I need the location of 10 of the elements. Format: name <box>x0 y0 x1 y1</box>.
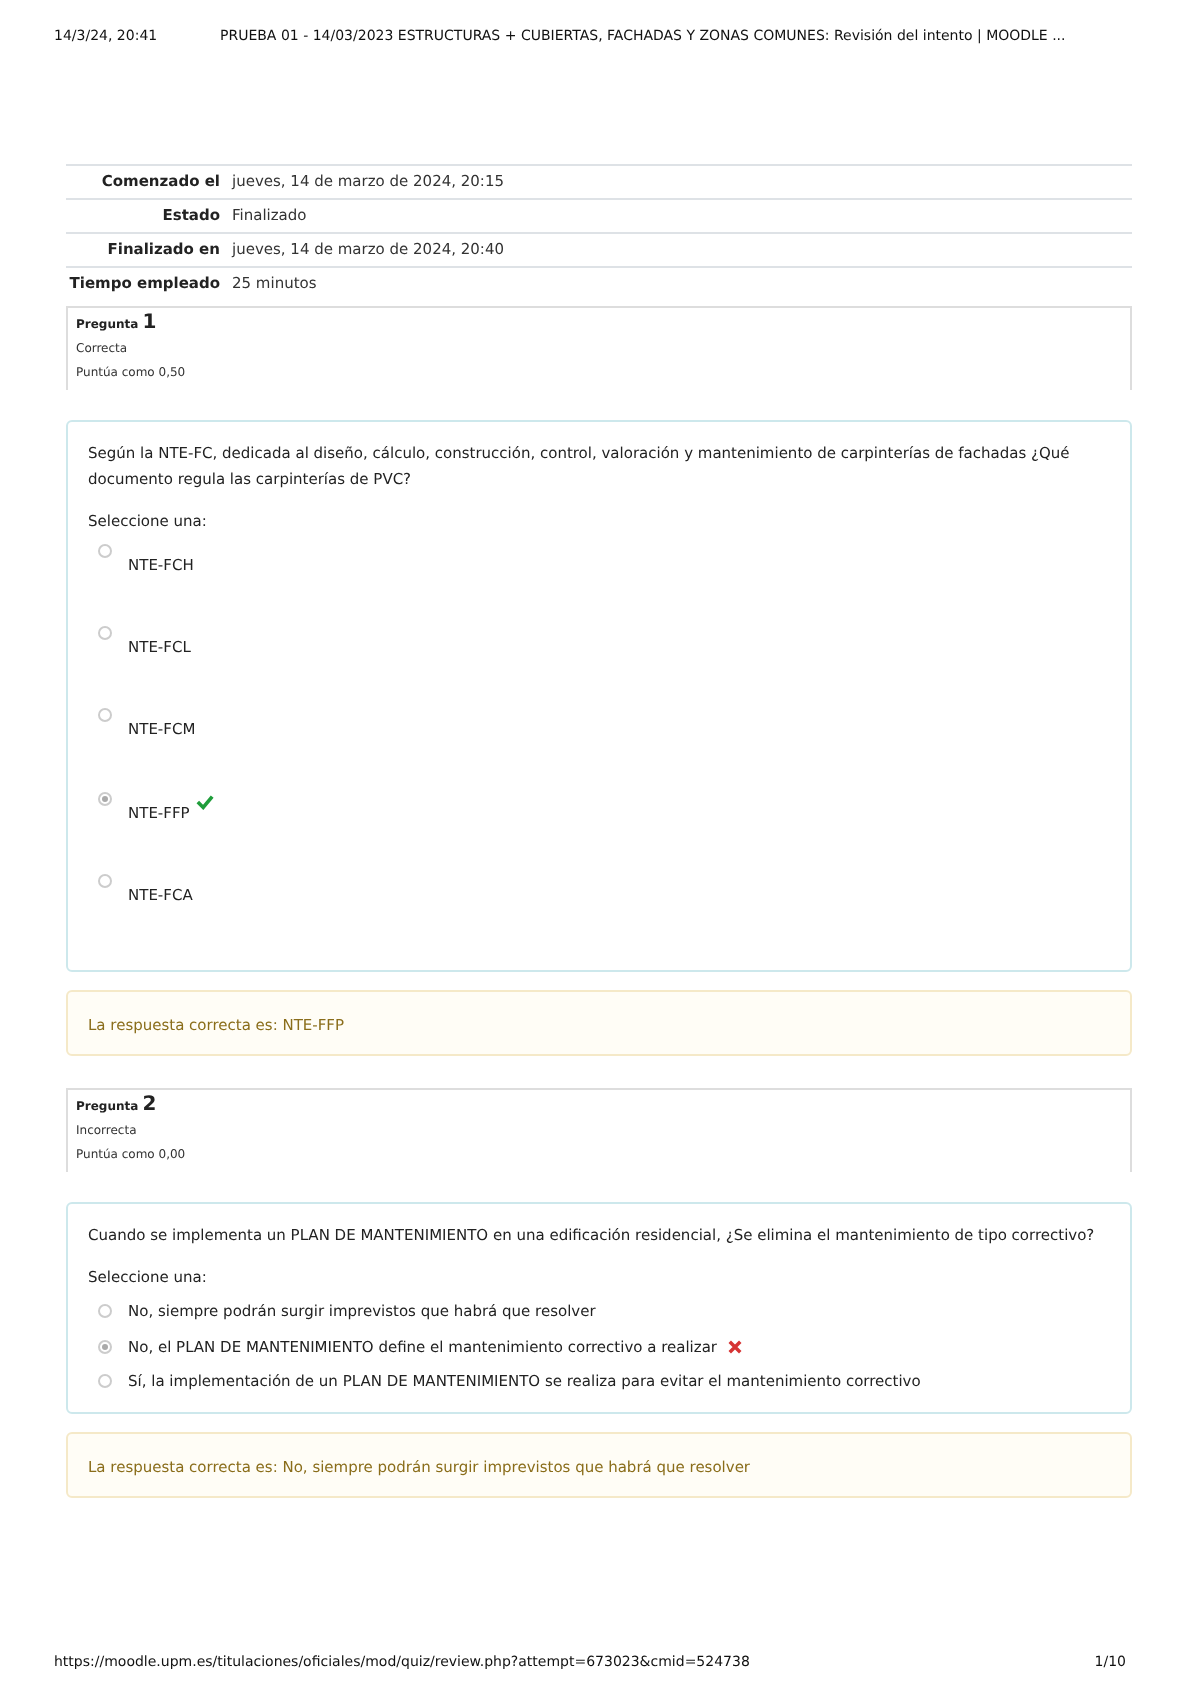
radio-button[interactable] <box>98 708 112 723</box>
radio-button[interactable] <box>98 1304 112 1319</box>
radio-button[interactable] <box>98 873 112 888</box>
radio-button[interactable] <box>98 1373 112 1388</box>
question-number: 2 <box>142 1096 157 1114</box>
radio-button[interactable] <box>98 626 112 640</box>
radio-button[interactable] <box>98 543 112 558</box>
question-number: 1 <box>142 313 157 331</box>
radio-button[interactable] <box>98 1339 112 1354</box>
radio-button[interactable] <box>98 791 112 805</box>
